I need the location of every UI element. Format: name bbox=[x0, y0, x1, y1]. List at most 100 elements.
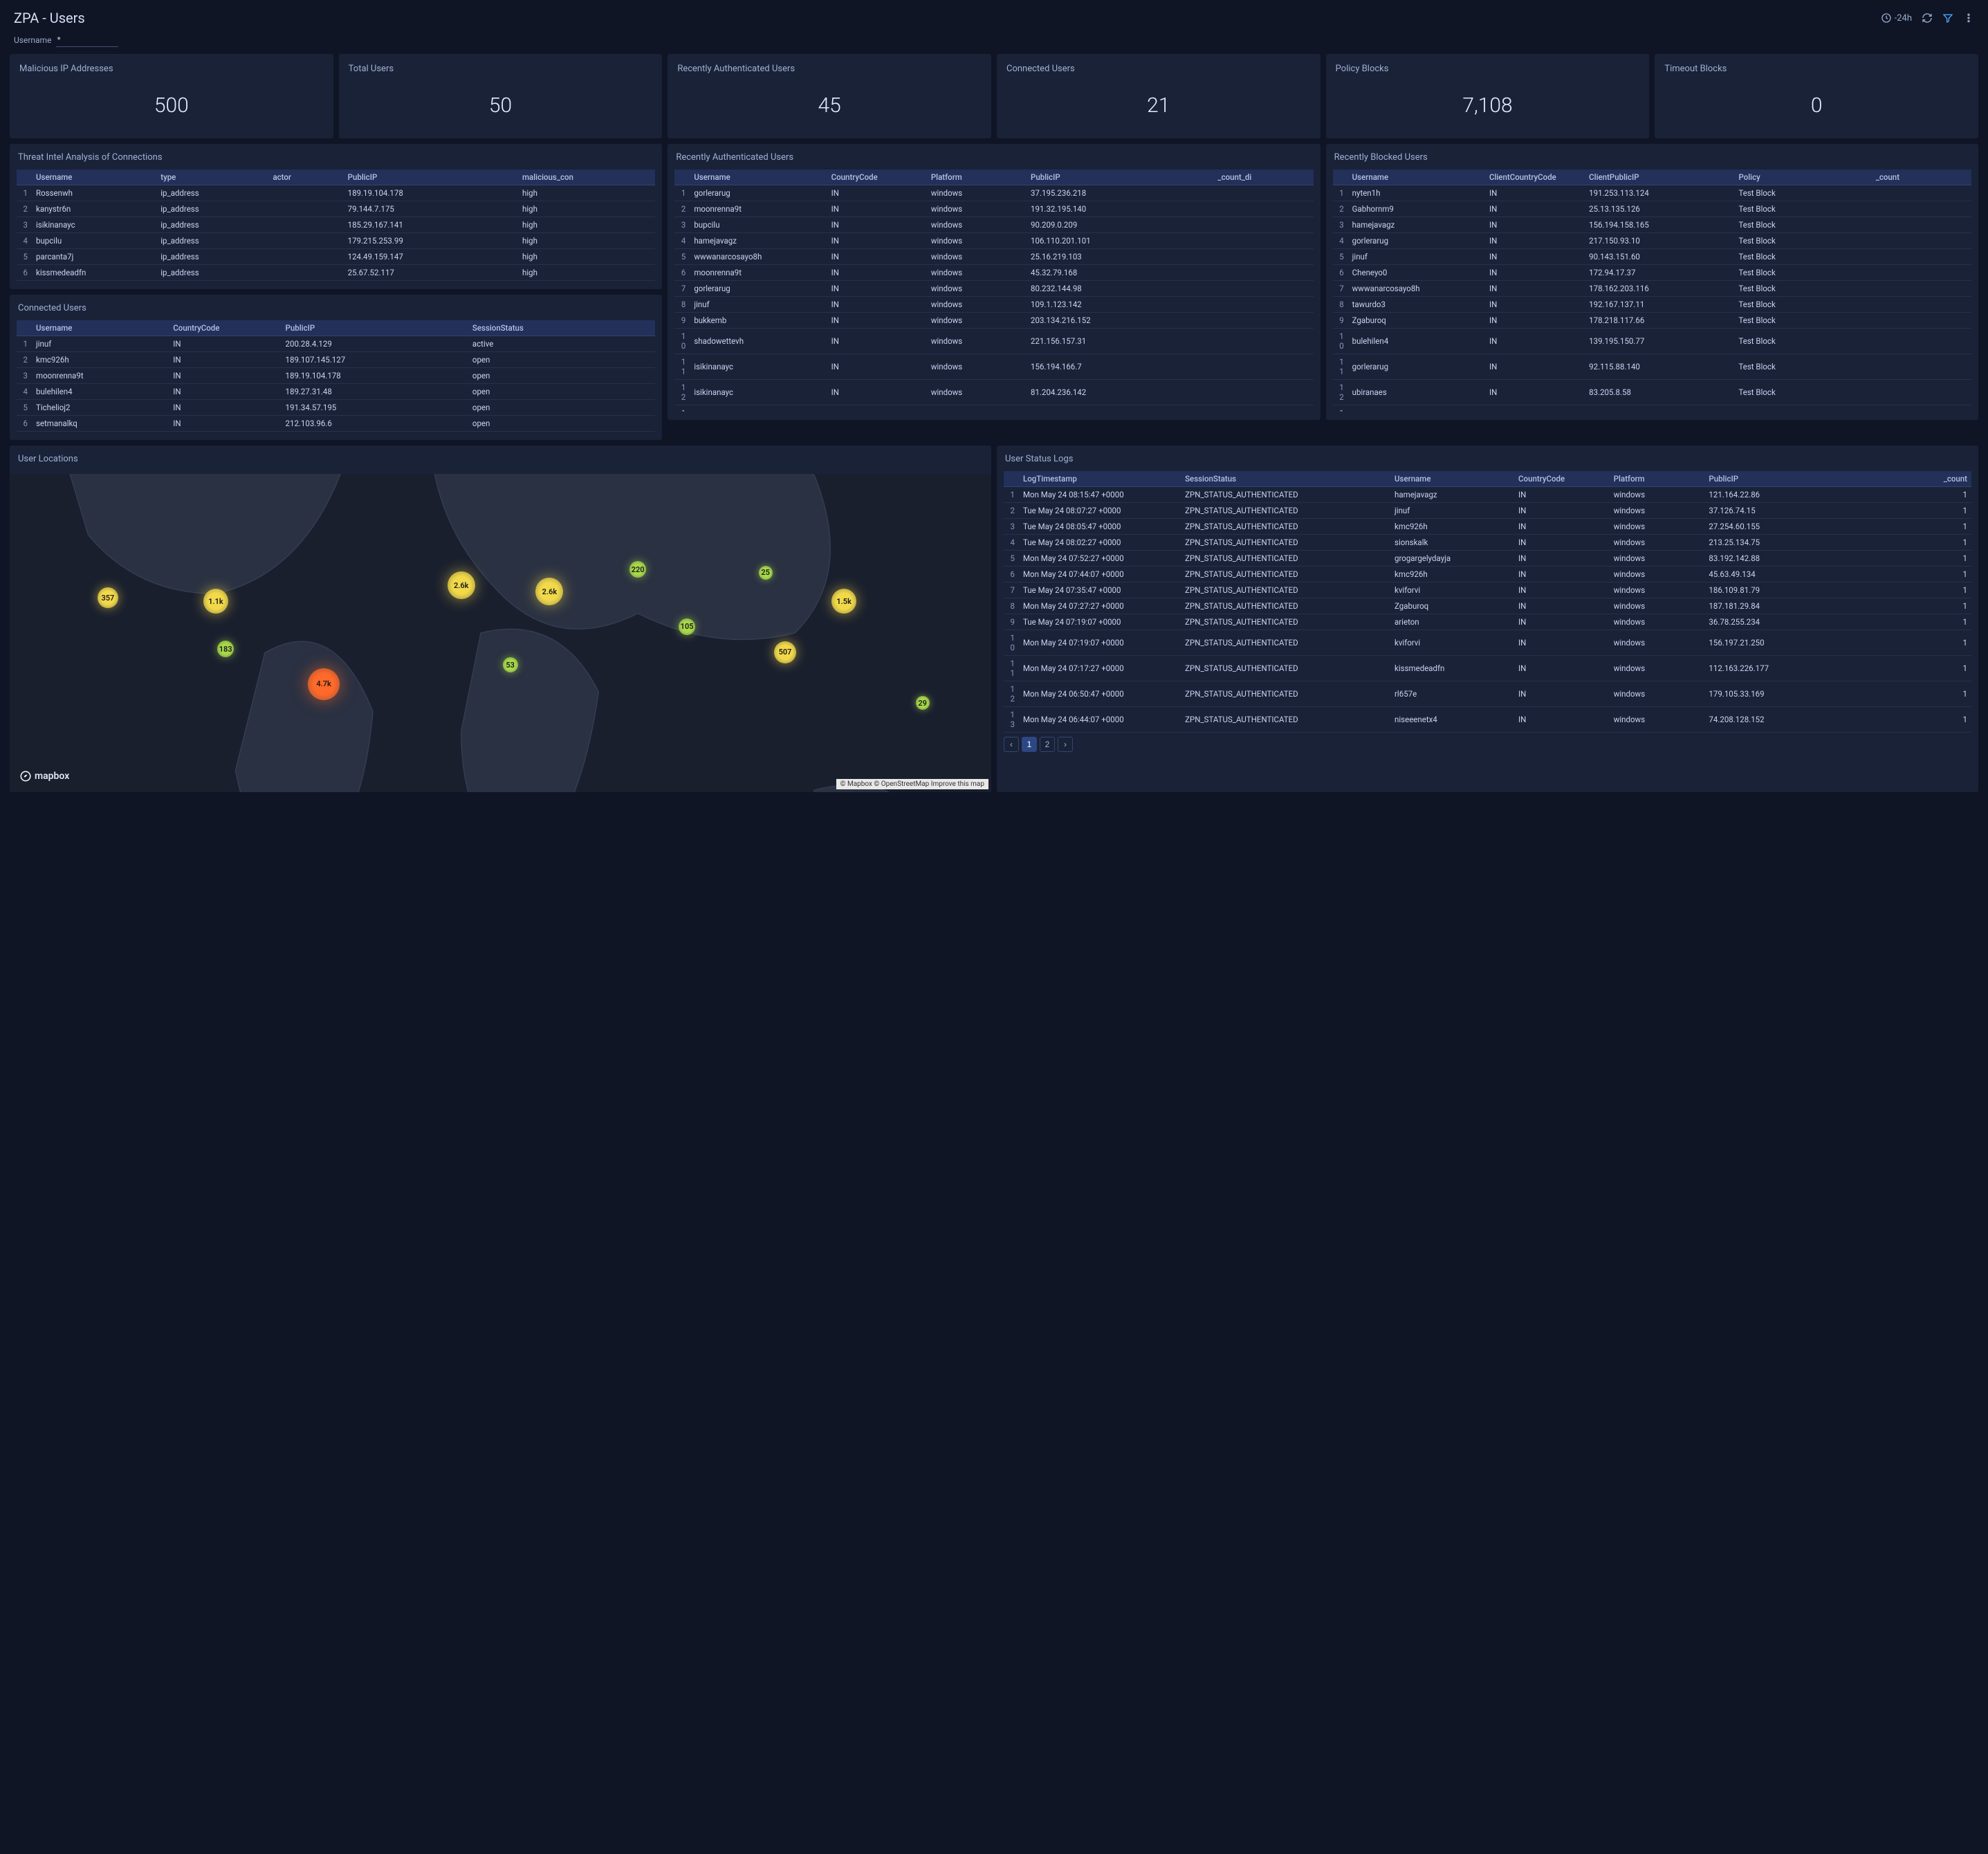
table-row[interactable]: 3Tue May 24 08:05:47 +0000ZPN_STATUS_AUT… bbox=[1004, 519, 1971, 535]
map-cluster-bubble[interactable]: 25 bbox=[759, 566, 773, 580]
refresh-icon[interactable] bbox=[1922, 12, 1933, 24]
map-cluster-bubble[interactable]: 220 bbox=[629, 561, 646, 578]
pager-next[interactable]: › bbox=[1058, 737, 1073, 752]
table-row[interactable]: 12isikinanaycINwindows81.204.236.142 bbox=[674, 380, 1313, 405]
table-row[interactable]: 13bukkembIN192.64.11.252Test Block bbox=[1333, 405, 1971, 412]
table-header[interactable]: LogTimestamp bbox=[1019, 471, 1181, 487]
table-header[interactable]: ClientCountryCode bbox=[1485, 169, 1585, 185]
table-row[interactable]: 10Mon May 24 07:19:07 +0000ZPN_STATUS_AU… bbox=[1004, 630, 1971, 656]
table-row[interactable]: 9ZgaburoqIN178.218.117.66Test Block bbox=[1333, 313, 1971, 329]
kpi-card[interactable]: Timeout Blocks0 bbox=[1655, 54, 1978, 138]
table-row[interactable]: 5parcanta7jip_address124.49.159.147high bbox=[17, 249, 655, 265]
table-row[interactable]: 2Gabhornm9IN25.13.135.126Test Block bbox=[1333, 201, 1971, 217]
table-header[interactable]: PublicIP bbox=[282, 320, 468, 336]
table-header[interactable]: PublicIP bbox=[1704, 471, 1876, 487]
pager-page[interactable]: 2 bbox=[1040, 737, 1055, 752]
table-row[interactable]: 1nyten1hIN191.253.113.124Test Block bbox=[1333, 185, 1971, 201]
kpi-card[interactable]: Malicious IP Addresses500 bbox=[10, 54, 333, 138]
map-cluster-bubble[interactable]: 1.1k bbox=[203, 589, 228, 614]
pager-prev[interactable]: ‹ bbox=[1004, 737, 1019, 752]
table-header[interactable]: Policy bbox=[1734, 169, 1871, 185]
table-row[interactable]: 13Mon May 24 06:44:07 +0000ZPN_STATUS_AU… bbox=[1004, 707, 1971, 733]
map-cluster-bubble[interactable]: 105 bbox=[679, 618, 695, 635]
map-cluster-bubble[interactable]: 507 bbox=[774, 641, 796, 663]
filter-icon[interactable] bbox=[1942, 12, 1953, 24]
table-header[interactable]: ClientPublicIP bbox=[1585, 169, 1734, 185]
time-range-picker[interactable]: -24h bbox=[1881, 12, 1912, 24]
table-header[interactable]: Username bbox=[32, 169, 156, 185]
table-header[interactable]: PublicIP bbox=[344, 169, 518, 185]
table-row[interactable]: 4gorlerarugIN217.150.93.10Test Block bbox=[1333, 233, 1971, 249]
table-row[interactable]: 2kmc926hIN189.107.145.127open bbox=[17, 352, 655, 368]
table-header[interactable]: _count bbox=[1872, 169, 1971, 185]
table-header[interactable]: SessionStatus bbox=[468, 320, 655, 336]
table-header[interactable]: actor bbox=[268, 169, 343, 185]
pager-page[interactable]: 1 bbox=[1022, 737, 1037, 752]
table-row[interactable]: 8jinufINwindows109.1.123.142 bbox=[674, 297, 1313, 313]
kpi-card[interactable]: Connected Users21 bbox=[997, 54, 1320, 138]
table-row[interactable]: 2moonrenna9tINwindows191.32.195.140 bbox=[674, 201, 1313, 217]
kpi-card[interactable]: Recently Authenticated Users45 bbox=[668, 54, 991, 138]
table-header[interactable]: Username bbox=[32, 320, 169, 336]
map-cluster-bubble[interactable]: 2.6k bbox=[535, 578, 563, 605]
table-row[interactable]: 12Mon May 24 06:50:47 +0000ZPN_STATUS_AU… bbox=[1004, 681, 1971, 707]
table-row[interactable]: 10shadowettevhINwindows221.156.157.31 bbox=[674, 329, 1313, 354]
map-attribution[interactable]: © Mapbox © OpenStreetMap Improve this ma… bbox=[836, 779, 988, 789]
table-row[interactable]: 9Tue May 24 07:19:07 +0000ZPN_STATUS_AUT… bbox=[1004, 614, 1971, 630]
table-row[interactable]: 6Mon May 24 07:44:07 +0000ZPN_STATUS_AUT… bbox=[1004, 567, 1971, 582]
table-header[interactable]: _count_di bbox=[1213, 169, 1313, 185]
table-row[interactable]: 11Mon May 24 07:17:27 +0000ZPN_STATUS_AU… bbox=[1004, 656, 1971, 681]
table-row[interactable]: 4Tue May 24 08:02:27 +0000ZPN_STATUS_AUT… bbox=[1004, 535, 1971, 551]
table-header[interactable]: Username bbox=[1348, 169, 1485, 185]
table-row[interactable]: 8tawurdo3IN192.167.137.11Test Block bbox=[1333, 297, 1971, 313]
table-row[interactable]: 7wwwanarcosayo8hIN178.162.203.116Test Bl… bbox=[1333, 281, 1971, 297]
table-row[interactable]: 10bulehilen4IN139.195.150.77Test Block bbox=[1333, 329, 1971, 354]
table-header[interactable]: Platform bbox=[927, 169, 1027, 185]
table-row[interactable]: 6moonrenna9tINwindows45.32.79.168 bbox=[674, 265, 1313, 281]
table-row[interactable]: 3moonrenna9tIN189.19.104.178open bbox=[17, 368, 655, 384]
table-row[interactable]: 2Tue May 24 08:07:27 +0000ZPN_STATUS_AUT… bbox=[1004, 503, 1971, 519]
table-row[interactable]: 1Mon May 24 08:15:47 +0000ZPN_STATUS_AUT… bbox=[1004, 487, 1971, 503]
map-cluster-bubble[interactable]: 4.7k bbox=[308, 668, 340, 700]
table-row[interactable]: 13kissmedeadfnINwindows79.181.127.141 bbox=[674, 405, 1313, 412]
table-header[interactable]: CountryCode bbox=[169, 320, 281, 336]
table-row[interactable]: 11gorlerarugIN92.115.88.140Test Block bbox=[1333, 354, 1971, 380]
table-row[interactable]: 7Tue May 24 07:35:47 +0000ZPN_STATUS_AUT… bbox=[1004, 582, 1971, 598]
more-icon[interactable] bbox=[1963, 12, 1974, 24]
table-row[interactable]: 8Mon May 24 07:27:27 +0000ZPN_STATUS_AUT… bbox=[1004, 598, 1971, 614]
map-cluster-bubble[interactable]: 53 bbox=[503, 657, 518, 672]
table-row[interactable]: 11isikinanaycINwindows156.194.166.7 bbox=[674, 354, 1313, 380]
map-cluster-bubble[interactable]: 29 bbox=[916, 696, 930, 710]
map-cluster-bubble[interactable]: 1.5k bbox=[831, 589, 856, 614]
table-row[interactable]: 4bulehilen4IN189.27.31.48open bbox=[17, 384, 655, 400]
table-row[interactable]: 4bupciluip_address179.215.253.99high bbox=[17, 233, 655, 249]
table-row[interactable]: 3bupciluINwindows90.209.0.209 bbox=[674, 217, 1313, 233]
table-header[interactable]: PublicIP bbox=[1027, 169, 1213, 185]
kpi-card[interactable]: Policy Blocks7,108 bbox=[1326, 54, 1650, 138]
table-row[interactable]: 7gorlerarugINwindows80.232.144.98 bbox=[674, 281, 1313, 297]
table-row[interactable]: 3hamejavagzIN156.194.158.165Test Block bbox=[1333, 217, 1971, 233]
table-header[interactable]: CountryCode bbox=[827, 169, 927, 185]
map[interactable]: 3571.1k2.6k2.6k220251.5k105507183534.7k2… bbox=[10, 474, 991, 792]
table-header[interactable]: Username bbox=[690, 169, 827, 185]
table-row[interactable]: 6Cheneyo0IN172.94.17.37Test Block bbox=[1333, 265, 1971, 281]
table-row[interactable]: 6setmanalkqIN212.103.96.6open bbox=[17, 416, 655, 432]
table-row[interactable]: 1Rossenwhip_address189.19.104.178high bbox=[17, 185, 655, 201]
map-cluster-bubble[interactable]: 2.6k bbox=[448, 571, 475, 599]
table-row[interactable]: 1jinufIN200.28.4.129active bbox=[17, 336, 655, 352]
table-header[interactable]: CountryCode bbox=[1514, 471, 1610, 487]
table-row[interactable]: 2kanystr6nip_address79.144.7.175high bbox=[17, 201, 655, 217]
table-row[interactable]: 9bukkembINwindows203.134.216.152 bbox=[674, 313, 1313, 329]
map-cluster-bubble[interactable]: 357 bbox=[98, 587, 118, 608]
table-row[interactable]: 12ubiranaesIN83.205.8.58Test Block bbox=[1333, 380, 1971, 405]
kpi-card[interactable]: Total Users50 bbox=[339, 54, 663, 138]
table-header[interactable]: SessionStatus bbox=[1181, 471, 1390, 487]
table-row[interactable]: 5wwwanarcosayo8hINwindows25.16.219.103 bbox=[674, 249, 1313, 265]
table-header[interactable]: malicious_con bbox=[518, 169, 655, 185]
table-row[interactable]: 5Tichelioj2IN191.34.57.195open bbox=[17, 400, 655, 416]
table-header[interactable]: _count bbox=[1876, 471, 1971, 487]
table-header[interactable]: type bbox=[156, 169, 268, 185]
username-filter-input[interactable] bbox=[56, 33, 118, 47]
table-header[interactable]: Username bbox=[1390, 471, 1514, 487]
table-row[interactable]: 1gorlerarugINwindows37.195.236.218 bbox=[674, 185, 1313, 201]
